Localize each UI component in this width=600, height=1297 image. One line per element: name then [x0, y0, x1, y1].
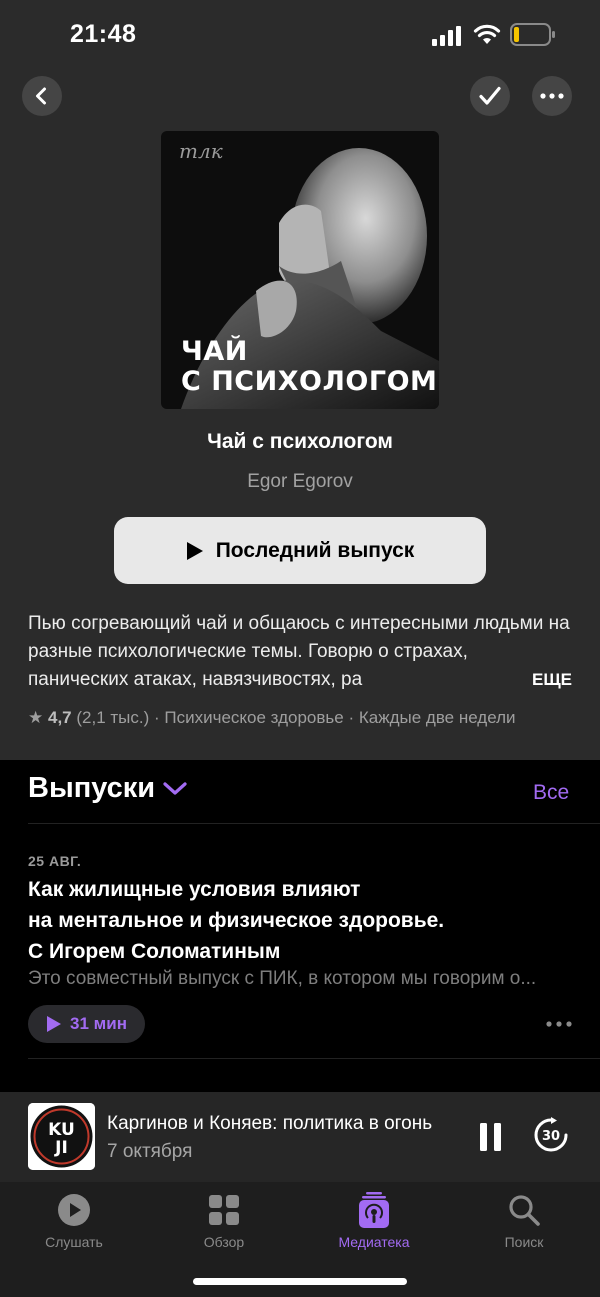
- signal-icon: [432, 26, 461, 46]
- episode-play-button[interactable]: 31 мин: [28, 1005, 145, 1043]
- tab-label: Слушать: [45, 1234, 103, 1250]
- tab-label: Поиск: [504, 1234, 544, 1250]
- cover-title: ЧАЙ С ПСИХОЛОГОМ: [181, 337, 437, 397]
- tab-library[interactable]: Медиатека: [314, 1190, 434, 1250]
- meta-separator: ·: [348, 708, 359, 727]
- tab-label: Медиатека: [338, 1234, 410, 1250]
- mini-player-title: Каргинов и Коняев: политика в огонь: [107, 1113, 433, 1134]
- meta-separator: ·: [154, 708, 165, 727]
- rating-count: (2,1 тыс.): [76, 708, 150, 727]
- ellipsis-icon: [540, 93, 564, 99]
- episode-description: Это совместный выпуск с ПИК, в котором м…: [28, 968, 537, 989]
- star-icon: ★: [28, 708, 44, 727]
- grid-icon: [209, 1195, 239, 1225]
- chevron-down-icon: [163, 781, 187, 795]
- play-icon: [47, 1016, 62, 1032]
- episodes-header[interactable]: Выпуски: [28, 772, 187, 805]
- podcast-description: Пью согревающий чай и общаюсь с интересн…: [28, 613, 570, 690]
- divider: [28, 823, 600, 824]
- episode-title-line-2: на ментальное и физическое здоровье.: [28, 909, 445, 932]
- wifi-icon: [473, 24, 501, 44]
- tab-search[interactable]: Поиск: [464, 1190, 584, 1250]
- library-icon: [359, 1192, 389, 1228]
- podcast-artwork: тлк ЧАЙ С ПСИХОЛОГОМ: [161, 131, 439, 409]
- cover-title-line-1: ЧАЙ: [181, 336, 248, 367]
- podcast-frequency: Каждые две недели: [358, 708, 516, 727]
- pause-button[interactable]: [478, 1122, 504, 1152]
- see-all-link[interactable]: Все: [533, 781, 569, 805]
- rating-value: 4,7: [47, 708, 72, 727]
- play-latest-label: Последний выпуск: [215, 538, 415, 562]
- search-icon: [509, 1195, 540, 1226]
- podcast-meta: ★ 4,7 (2,1 тыс.) · Психическое здоровье …: [28, 708, 573, 728]
- play-icon: [186, 541, 203, 560]
- status-bar: 21:48: [0, 0, 600, 70]
- home-indicator[interactable]: [193, 1278, 407, 1285]
- tab-label: Обзор: [203, 1234, 245, 1250]
- description-more-button[interactable]: ЕЩЕ: [516, 666, 576, 694]
- back-button[interactable]: [22, 76, 62, 116]
- more-options-button[interactable]: [532, 76, 572, 116]
- play-circle-icon: [58, 1194, 90, 1226]
- episode-title[interactable]: Как жилищные условия влияют на ментально…: [28, 874, 548, 967]
- mini-player[interactable]: KU JI Каргинов и Коняев: политика в огон…: [0, 1092, 600, 1182]
- skip-label: 30: [542, 1129, 560, 1144]
- checkmark-icon: [479, 86, 501, 105]
- cover-logo: тлк: [179, 139, 223, 163]
- kuji-logo: KU JI: [28, 1103, 95, 1170]
- mini-player-subtitle: 7 октября: [107, 1141, 193, 1162]
- tab-browse[interactable]: Обзор: [164, 1190, 284, 1250]
- cover-title-line-2: С ПСИХОЛОГОМ: [181, 366, 438, 397]
- episode-duration: 31 мин: [70, 1014, 127, 1033]
- chevron-left-icon: [36, 87, 46, 105]
- podcast-author[interactable]: Egor Egorov: [0, 471, 600, 493]
- episodes-header-label: Выпуски: [28, 772, 156, 804]
- play-latest-episode-button[interactable]: Последний выпуск: [114, 517, 486, 584]
- episode-title-line-3: С Игорем Соломатиным: [28, 940, 281, 963]
- divider: [28, 1058, 600, 1059]
- podcast-category[interactable]: Психическое здоровье: [164, 708, 343, 727]
- title-fade: [430, 1106, 470, 1140]
- episode-date: 25 АВГ.: [28, 853, 82, 869]
- episode-more-icon[interactable]: [546, 1014, 572, 1034]
- kuji-logo-bottom: JI: [54, 1138, 68, 1158]
- podcast-title: Чай с психологом: [207, 430, 393, 453]
- kuji-logo-top: KU: [48, 1120, 75, 1140]
- status-time: 21:48: [70, 20, 137, 48]
- battery-icon: [510, 23, 555, 46]
- episode-title-line-1: Как жилищные условия влияют: [28, 878, 361, 901]
- follow-button[interactable]: [470, 76, 510, 116]
- skip-forward-30-button[interactable]: 30: [532, 1116, 570, 1154]
- tab-listen[interactable]: Слушать: [14, 1190, 134, 1250]
- mini-player-artwork: KU JI: [28, 1103, 95, 1170]
